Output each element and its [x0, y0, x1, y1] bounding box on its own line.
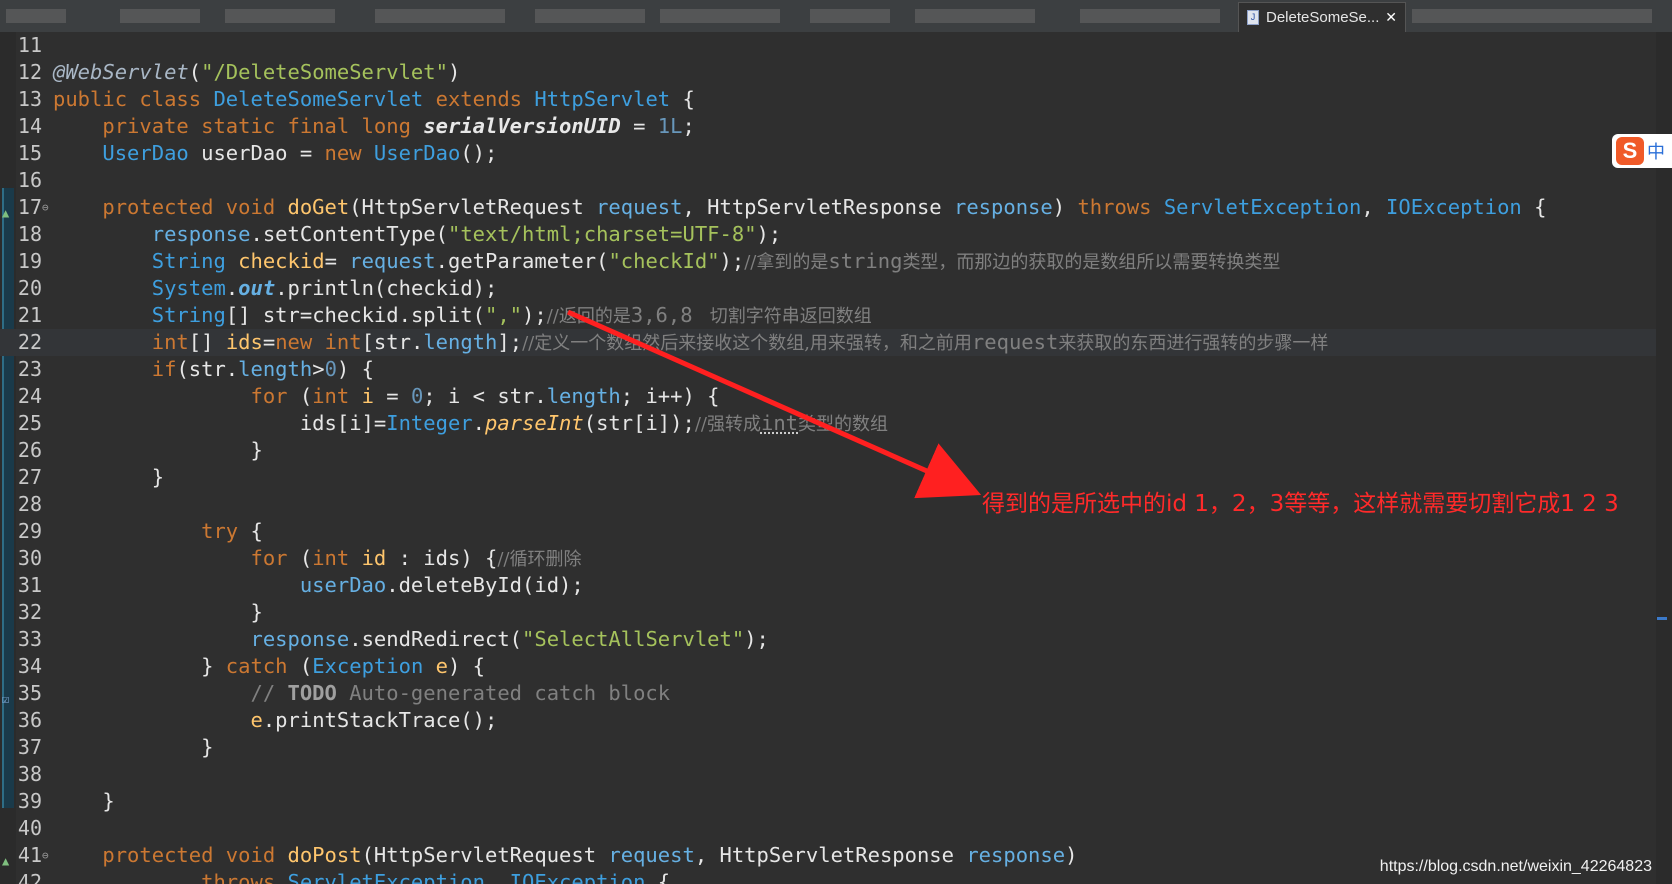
annotation-arrow — [566, 309, 982, 499]
arrow-line — [566, 309, 982, 499]
watermark: https://blog.csdn.net/weixin_42264823 — [1379, 858, 1652, 875]
annotation-note: 得到的是所选中的id 1，2，3等等，这样就需要切割它成1 2 3 — [982, 491, 1619, 517]
